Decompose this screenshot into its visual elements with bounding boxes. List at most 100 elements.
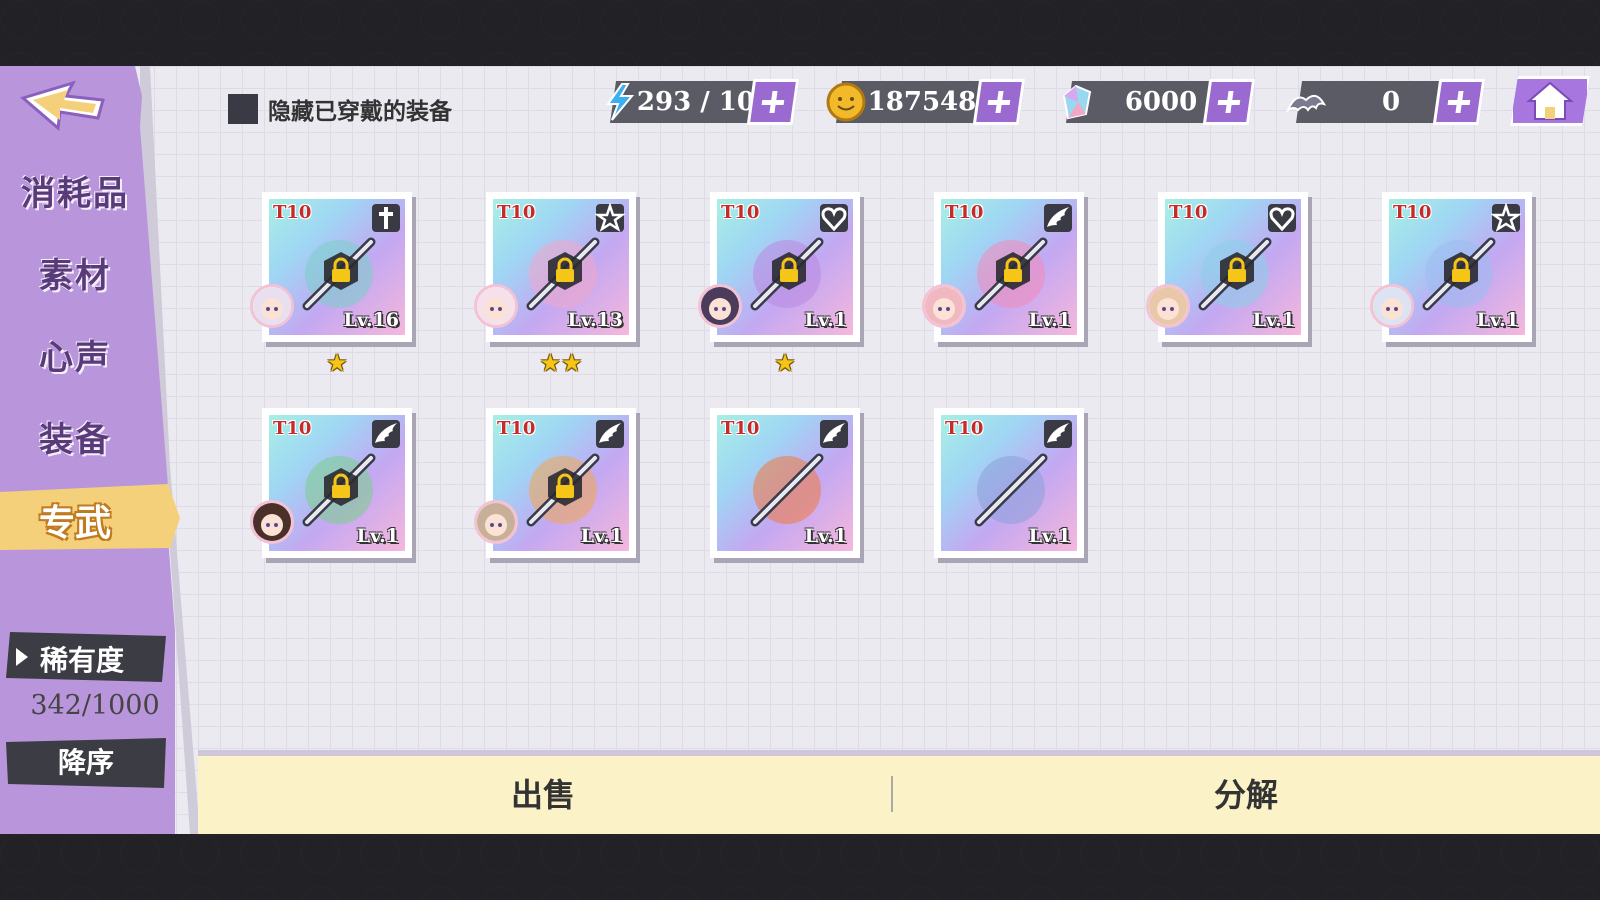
character-face [477,287,515,325]
character-avatar [1146,284,1190,328]
nav-materials[interactable]: 素材 [0,248,150,297]
lock-icon [324,252,358,290]
character-face [1149,287,1187,325]
decompose-button[interactable]: 分解 [892,756,1600,834]
bat-wing-icon [1286,94,1326,113]
card-level: Lv.13 [567,309,623,331]
character-avatar [1370,284,1414,328]
bottom-action-bar: 出售 分解 [198,750,1600,834]
hide-equipped-label: 隐藏已穿戴的装备 [268,99,452,125]
card-tier: T10 [1169,202,1208,223]
sort-order-label: 降序 [57,746,114,779]
gold-add-button[interactable] [972,79,1026,125]
rarity-label: 稀有度 [40,644,125,677]
character-avatar [474,284,518,328]
card-level: Lv.1 [804,525,847,547]
character-face [253,287,291,325]
sell-button[interactable]: 出售 [198,756,888,834]
inventory-count: 342/1000 [30,690,160,721]
character-avatar [250,284,294,328]
card-star-rating: ★★ [539,349,583,377]
home-icon [1526,81,1574,120]
character-avatar [922,284,966,328]
lock-icon [548,468,582,506]
rarity-sort-button[interactable]: 稀有度 [6,632,166,682]
gem-add-button[interactable] [1202,79,1256,125]
nav-voices[interactable]: 心声 [0,330,150,379]
card-tier: T10 [721,202,760,223]
character-face [925,287,963,325]
character-face [1373,287,1411,325]
card-level: Lv.1 [804,309,847,331]
equipment-card[interactable]: T10 Lv.1 [250,408,412,566]
back-arrow-icon [19,80,105,131]
lock-icon [324,468,358,506]
ticket-resource: 0 [1286,79,1486,125]
card-tier: T10 [273,202,312,223]
nav-exclusive-weapon[interactable]: 专武 [0,484,180,550]
lock-icon [772,252,806,290]
lock-icon [1444,252,1478,290]
equipment-card[interactable]: T10 Lv.1 [922,192,1084,350]
character-face [253,503,291,541]
top-frame [0,0,1600,66]
character-avatar [250,500,294,544]
card-level: Lv.1 [580,525,623,547]
gem-resource: 6000 [1056,79,1256,125]
nav-equipment[interactable]: 装备 [0,412,150,461]
card-tier: T10 [721,418,760,439]
bottom-frame [0,834,1600,900]
card-tier: T10 [497,202,536,223]
star-burst-icon [1491,203,1521,232]
equipment-card[interactable]: T10 Lv.1 [474,408,636,566]
nav-exclusive-weapon-label: 专武 [38,503,111,544]
equipment-card[interactable]: T10 Lv.13 [474,192,636,350]
character-face [477,503,515,541]
sort-order-button[interactable]: 降序 [6,738,166,788]
equipment-card[interactable]: T10 Lv.16 [250,192,412,350]
card-tier: T10 [945,202,984,223]
character-face [701,287,739,325]
heart-icon [1268,204,1296,232]
equipment-card[interactable]: T10 Lv.1 [934,408,1084,566]
card-star-rating: ★ [774,349,796,377]
card-art: T10 Lv.1 [941,415,1077,551]
play-triangle-icon [16,648,28,666]
card-level: Lv.16 [343,309,399,331]
lightning-icon [606,83,635,121]
wing-icon [596,420,624,448]
coin-icon [826,82,866,122]
wing-icon [372,420,400,448]
lock-icon [548,252,582,290]
equipment-card[interactable]: T10 Lv.1 [710,408,860,566]
ticket-add-button[interactable] [1432,79,1486,125]
card-level: Lv.1 [1028,525,1071,547]
card-tier: T10 [497,418,536,439]
nav-consumables[interactable]: 消耗品 [0,166,150,215]
star-burst-icon [595,203,625,232]
character-avatar [474,500,518,544]
home-button[interactable] [1510,76,1590,126]
hide-equipped-toggle[interactable]: 隐藏已穿戴的装备 [228,92,452,126]
equipment-card[interactable]: T10 Lv.1 [698,192,860,350]
card-level: Lv.1 [1252,309,1295,331]
back-button[interactable] [18,78,118,138]
card-level: Lv.1 [1476,309,1519,331]
lock-icon [1220,252,1254,290]
equipment-card[interactable]: T10 Lv.1 [1370,192,1532,350]
cross-icon [372,204,400,232]
equipment-card[interactable]: T10 Lv.1 [1146,192,1308,350]
lock-icon [996,252,1030,290]
gem-icon [1062,84,1092,120]
hide-equipped-checkbox[interactable] [228,94,258,124]
inventory-screen: 消耗品 素材 心声 装备 专武 稀有度 342/1000 降序 隐藏已穿戴的装备… [0,66,1600,834]
wing-icon [820,420,848,448]
character-avatar [698,284,742,328]
card-level: Lv.1 [356,525,399,547]
card-tier: T10 [273,418,312,439]
wing-icon [1044,204,1072,232]
card-tier: T10 [945,418,984,439]
card-tier: T10 [1393,202,1432,223]
card-art: T10 Lv.1 [717,415,853,551]
energy-add-button[interactable] [746,79,800,125]
